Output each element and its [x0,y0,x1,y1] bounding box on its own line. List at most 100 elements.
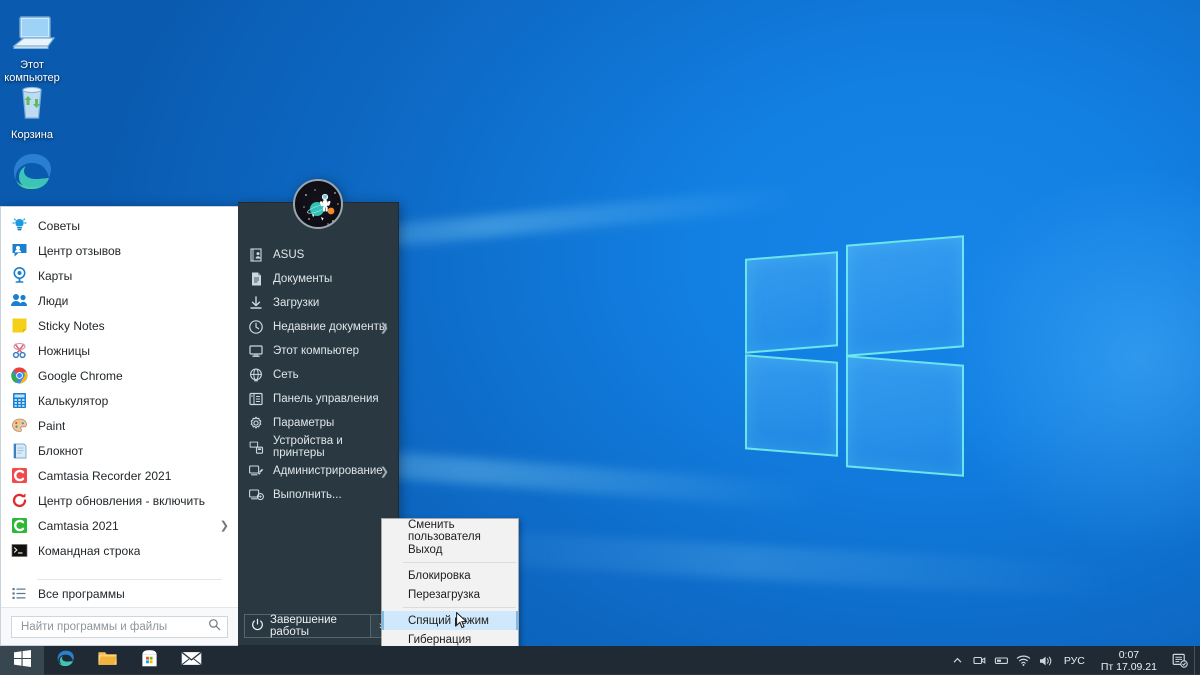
start-item-sticky-notes[interactable]: Sticky Notes [1,313,238,338]
search-input[interactable] [21,620,208,633]
start-menu-program-list[interactable]: Советы Центр отзывов Карты Люди Sticky N… [1,207,238,574]
wallpaper-window-pane [846,235,964,357]
clock[interactable]: 0:07 Пт 17.09.21 [1092,649,1166,673]
taskbar-pinned-apps[interactable] [44,646,212,675]
start-right-item-administrative-tools[interactable]: Администрирование ❯ [238,459,398,483]
action-center-icon[interactable] [1166,646,1194,675]
start-right-item-label: Выполнить... [273,489,342,501]
search-icon[interactable] [208,618,221,636]
start-right-item-control-panel[interactable]: Панель управления [238,387,398,411]
start-menu-search-area[interactable] [1,607,238,645]
camtasia-icon [10,516,29,535]
start-right-item-run[interactable]: Выполнить... [238,483,398,507]
start-item-label: Camtasia 2021 [38,518,119,533]
start-item-label: Paint [38,418,66,433]
start-item-command-prompt[interactable]: Командная строка [1,538,238,563]
desktop-icon-microsoft-edge[interactable] [0,148,70,199]
start-right-item-label: ASUS [273,249,305,261]
power-options-menu[interactable]: Сменить пользователя Выход Блокировка Пе… [381,518,519,652]
settings-gear-icon [248,415,264,431]
taskbar-app-file-explorer[interactable] [86,646,128,675]
avatar[interactable] [293,179,343,229]
start-right-item-devices-printers[interactable]: Устройства и принтеры [238,435,398,459]
taskbar-app-microsoft-edge[interactable] [44,646,86,675]
start-right-item-downloads[interactable]: Загрузки [238,291,398,315]
start-button[interactable] [0,646,44,675]
maps-icon [10,266,29,285]
shutdown-button-group[interactable]: Завершение работы › [244,614,392,638]
start-menu-right-list[interactable]: ASUS Документы Загрузки Недавние докумен… [238,239,398,614]
start-item-label: Люди [38,293,69,308]
system-tray[interactable]: РУС 0:07 Пт 17.09.21 [947,646,1200,675]
start-item-notepad[interactable]: Блокнот [1,438,238,463]
lightbulb-icon [10,216,29,235]
start-right-item-label: Параметры [273,417,335,429]
power-menu-item-sleep[interactable]: Спящий режим [382,611,518,630]
taskbar-app-mail[interactable] [170,646,212,675]
start-right-item-label: Недавние документы [273,321,388,333]
computer-icon [0,8,70,56]
clock-time: 0:07 [1118,648,1140,661]
chrome-icon [10,366,29,385]
paint-icon [10,416,29,435]
start-right-item-recent-documents[interactable]: Недавние документы ❯ [238,315,398,339]
edge-icon [55,648,76,674]
desktop[interactable]: Этот компьютер Корзина Советы Центр отзы… [0,0,1200,675]
start-right-item-label: Сеть [273,369,299,381]
start-item-camtasia-2021[interactable]: Camtasia 2021 ❯ [1,513,238,538]
start-menu[interactable]: Советы Центр отзывов Карты Люди Sticky N… [0,179,399,646]
camera-privacy-icon[interactable] [969,646,991,675]
power-menu-item-switch-user[interactable]: Сменить пользователя [382,519,518,543]
start-item-all-programs[interactable]: Все программы [1,580,238,607]
show-desktop-button[interactable] [1194,646,1200,675]
calculator-icon [10,391,29,410]
language-indicator[interactable]: РУС [1057,655,1092,667]
start-right-item-label: Загрузки [273,297,320,309]
shutdown-button[interactable]: Завершение работы [245,614,370,638]
start-right-item-documents[interactable]: Документы [238,267,398,291]
taskbar[interactable]: РУС 0:07 Пт 17.09.21 [0,646,1200,675]
start-item-google-chrome[interactable]: Google Chrome [1,363,238,388]
wallpaper-window-pane [745,251,838,354]
start-right-item-network[interactable]: Сеть [238,363,398,387]
desktop-icon-recycle-bin[interactable]: Корзина [0,78,70,142]
start-menu-left-panel[interactable]: Советы Центр отзывов Карты Люди Sticky N… [0,206,238,646]
network-icon [248,367,264,383]
downloads-icon [248,295,264,311]
start-right-item-asus[interactable]: ASUS [238,243,398,267]
start-item-snipping-tool[interactable]: Ножницы [1,338,238,363]
shutdown-label: Завершение работы [270,614,337,638]
power-menu-item-sign-out[interactable]: Выход [382,540,518,559]
clock-date: Пт 17.09.21 [1100,660,1157,673]
start-menu-right-panel[interactable]: ASUS Документы Загрузки Недавние докумен… [238,179,399,646]
start-item-camtasia-recorder[interactable]: Camtasia Recorder 2021 [1,463,238,488]
start-item-tips[interactable]: Советы [1,213,238,238]
start-item-people[interactable]: Люди [1,288,238,313]
start-right-item-settings[interactable]: Параметры [238,411,398,435]
run-icon [248,487,264,503]
start-item-label: Карты [38,268,73,283]
documents-icon [248,271,264,287]
search-box[interactable] [11,615,228,638]
mail-icon [181,650,202,672]
command-prompt-icon [10,541,29,560]
power-menu-item-lock[interactable]: Блокировка [382,566,518,585]
start-item-feedback-hub[interactable]: Центр отзывов [1,238,238,263]
volume-icon[interactable] [1035,646,1057,675]
start-item-update-center[interactable]: Центр обновления - включить [1,488,238,513]
taskbar-app-microsoft-store[interactable] [128,646,170,675]
devices-printers-icon [248,439,264,455]
chevron-up-icon[interactable] [947,646,969,675]
wifi-icon[interactable] [1013,646,1035,675]
start-right-item-this-pc[interactable]: Этот компьютер [238,339,398,363]
sticky-notes-icon [10,316,29,335]
removable-device-icon[interactable] [991,646,1013,675]
start-item-maps[interactable]: Карты [1,263,238,288]
desktop-icon-this-pc[interactable]: Этот компьютер [0,8,70,85]
feedback-hub-icon [10,241,29,260]
start-item-calculator[interactable]: Калькулятор [1,388,238,413]
start-item-label: Sticky Notes [38,318,105,333]
power-menu-item-restart[interactable]: Перезагрузка [382,585,518,604]
start-item-label: Блокнот [38,443,84,458]
start-item-paint[interactable]: Paint [1,413,238,438]
